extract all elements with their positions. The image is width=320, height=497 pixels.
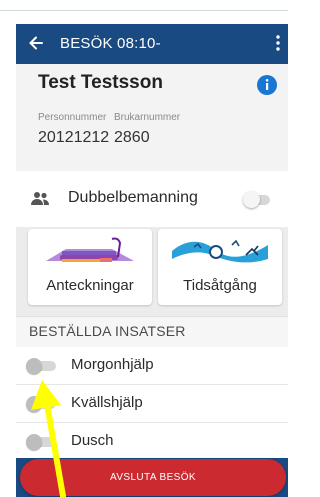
back-arrow-icon[interactable] bbox=[26, 33, 46, 53]
item-toggle-knob[interactable] bbox=[26, 358, 42, 374]
time-spent-tile-label: Tidsåtgång bbox=[183, 277, 257, 294]
time-illustration-icon bbox=[172, 239, 268, 263]
ordered-section-title: BESTÄLLDA INSATSER bbox=[29, 323, 186, 339]
personnummer-value: 20121212 bbox=[38, 129, 110, 146]
item-toggle-knob[interactable] bbox=[26, 434, 42, 450]
people-icon bbox=[31, 192, 49, 205]
list-item[interactable]: Morgonhjälp bbox=[16, 347, 288, 385]
app-bar-title: BESÖK 08:10- bbox=[60, 35, 161, 52]
divider bbox=[0, 10, 288, 11]
phone-screen: BESÖK 08:10- Test Testsson Personnummer … bbox=[16, 24, 288, 497]
more-vert-icon[interactable] bbox=[272, 32, 284, 54]
end-visit-button[interactable]: AVSLUTA BESÖK bbox=[20, 459, 286, 496]
notes-tile[interactable]: Anteckningar bbox=[28, 229, 152, 305]
ordered-section-header: BESTÄLLDA INSATSER bbox=[16, 316, 288, 347]
bottom-bar: AVSLUTA BESÖK bbox=[16, 458, 288, 497]
person-name: Test Testsson bbox=[38, 72, 163, 93]
notes-illustration-icon bbox=[46, 237, 134, 262]
double-staffing-label: Dubbelbemanning bbox=[68, 189, 198, 206]
list-item-label: Dusch bbox=[71, 432, 114, 449]
app-bar: BESÖK 08:10- bbox=[16, 24, 288, 64]
list-item-label: Kvällshjälp bbox=[71, 394, 143, 411]
double-staffing-toggle-knob[interactable] bbox=[243, 191, 260, 208]
person-card: Test Testsson Personnummer Brukarnummer … bbox=[16, 64, 288, 186]
list-item[interactable]: Dusch bbox=[16, 423, 288, 461]
info-icon[interactable] bbox=[256, 74, 278, 96]
notes-tile-label: Anteckningar bbox=[46, 277, 134, 294]
list-item[interactable]: Kvällshjälp bbox=[16, 385, 288, 423]
top-strip bbox=[0, 0, 288, 24]
brukarnummer-label: Brukarnummer bbox=[114, 112, 181, 123]
brukarnummer-value: 2860 bbox=[114, 129, 150, 146]
time-spent-tile[interactable]: Tidsåtgång bbox=[158, 229, 282, 305]
list-item-label: Morgonhjälp bbox=[71, 356, 154, 373]
personnummer-label: Personnummer bbox=[38, 112, 107, 123]
double-staffing-row: Dubbelbemanning bbox=[16, 171, 288, 227]
item-toggle-knob[interactable] bbox=[26, 396, 42, 412]
